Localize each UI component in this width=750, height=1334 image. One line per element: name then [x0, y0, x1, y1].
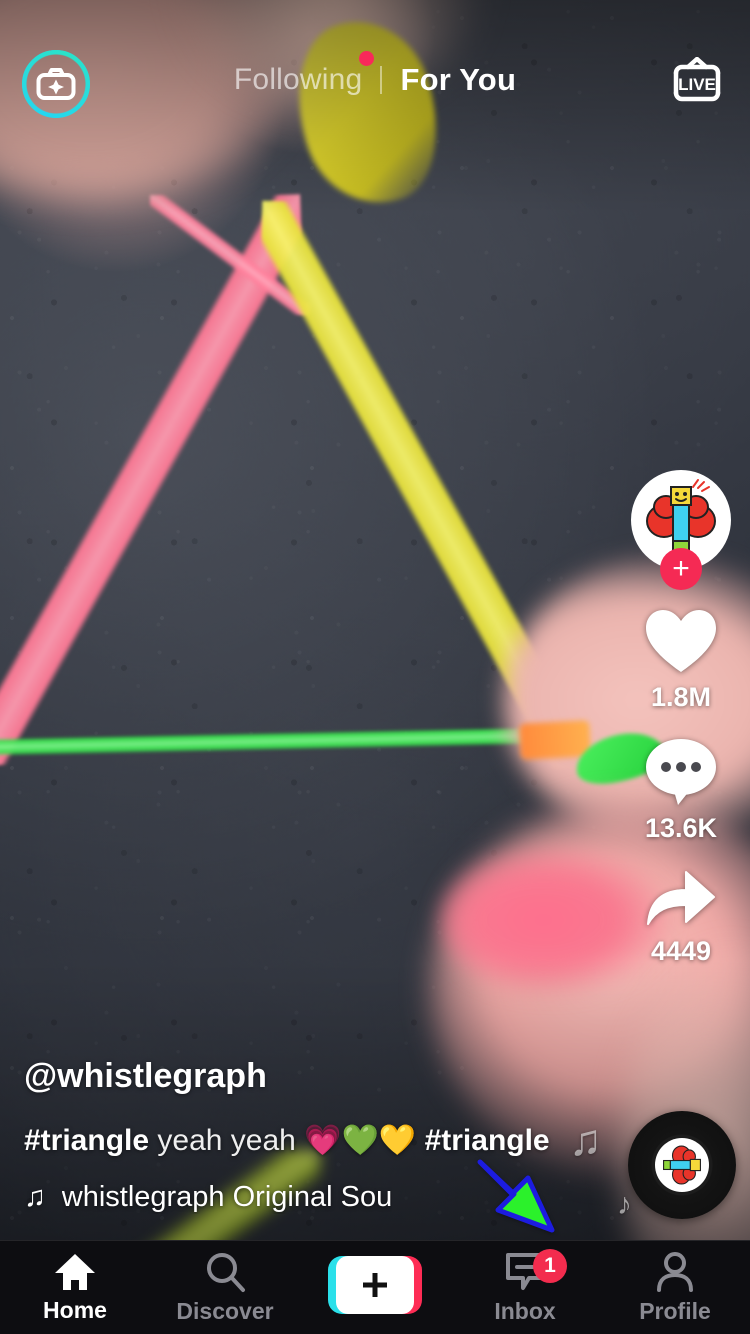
nav-item-discover[interactable]: Discover: [155, 1251, 295, 1325]
share-count: 4449: [650, 936, 712, 966]
comment-bubble-icon: [646, 739, 716, 805]
author-username[interactable]: @whistlegraph: [24, 1057, 584, 1096]
nav-item-profile[interactable]: Profile: [605, 1251, 745, 1325]
tab-for-you[interactable]: For You: [382, 62, 534, 98]
home-icon: [55, 1253, 95, 1290]
search-icon: [207, 1252, 245, 1292]
comment-action[interactable]: 13.6K: [644, 737, 718, 844]
nav-label-discover: Discover: [176, 1297, 274, 1324]
follow-plus-label: +: [672, 552, 690, 585]
nav-label-inbox: Inbox: [494, 1297, 556, 1324]
camera-sparkle-icon: [36, 68, 76, 100]
inbox-badge: 1: [533, 1248, 567, 1283]
follow-button[interactable]: +: [660, 548, 702, 590]
tab-following-label: Following: [233, 63, 363, 96]
tiktok-feed-screen: Following For You LIVE + 1.8M 13.6K 4449…: [0, 0, 750, 1334]
heart-icon: [646, 610, 716, 672]
live-tv-icon: LIVE: [673, 57, 721, 102]
tab-following[interactable]: Following: [216, 51, 381, 97]
feed-tabs: Following For You: [0, 51, 750, 98]
music-title: whistlegraph Original Sou: [61, 1181, 393, 1213]
music-note-icon: ♫: [24, 1181, 46, 1213]
music-disc-button[interactable]: [628, 1111, 736, 1219]
vinyl-disc: [628, 1111, 736, 1219]
bottom-navigation: Home Discover 1 Inbox Profile: [0, 1240, 750, 1334]
feed-header: Following For You LIVE: [0, 0, 750, 150]
share-action[interactable]: 4449: [644, 868, 718, 967]
nav-label-home: Home: [43, 1296, 107, 1323]
like-count: 1.8M: [650, 682, 712, 712]
nav-item-create[interactable]: [305, 1256, 445, 1319]
create-plus-icon: [363, 1273, 387, 1297]
nav-label-profile: Profile: [639, 1297, 711, 1324]
tab-for-you-label: For You: [400, 62, 517, 97]
music-row[interactable]: ♫ whistlegraph Original Sou: [24, 1181, 454, 1214]
nav-item-inbox[interactable]: 1 Inbox: [455, 1248, 595, 1325]
hashtag-triangle-first[interactable]: #triangle: [24, 1124, 149, 1157]
description-space: [416, 1124, 424, 1157]
music-disc-artwork-icon: [663, 1145, 701, 1185]
following-notification-dot: [359, 51, 375, 66]
like-action[interactable]: 1.8M: [644, 608, 718, 713]
nav-item-home[interactable]: Home: [5, 1252, 145, 1324]
create-button[interactable]: [328, 1256, 422, 1314]
person-icon: [657, 1251, 693, 1292]
create-button-core: [336, 1256, 414, 1314]
svg-text:LIVE: LIVE: [678, 75, 716, 94]
green-down-arrow-icon: [477, 1159, 555, 1233]
share-arrow-icon: [647, 871, 715, 925]
live-button[interactable]: LIVE: [666, 52, 728, 114]
action-rail: + 1.8M 13.6K 4449: [626, 470, 736, 991]
comment-count: 13.6K: [644, 813, 718, 843]
avatar-container[interactable]: +: [631, 470, 731, 590]
disc-label: [655, 1138, 709, 1192]
description-text: yeah yeah: [149, 1123, 305, 1157]
green-arrow-annotation: [468, 1148, 564, 1253]
description-emojis: 💗💚💛: [304, 1123, 417, 1157]
